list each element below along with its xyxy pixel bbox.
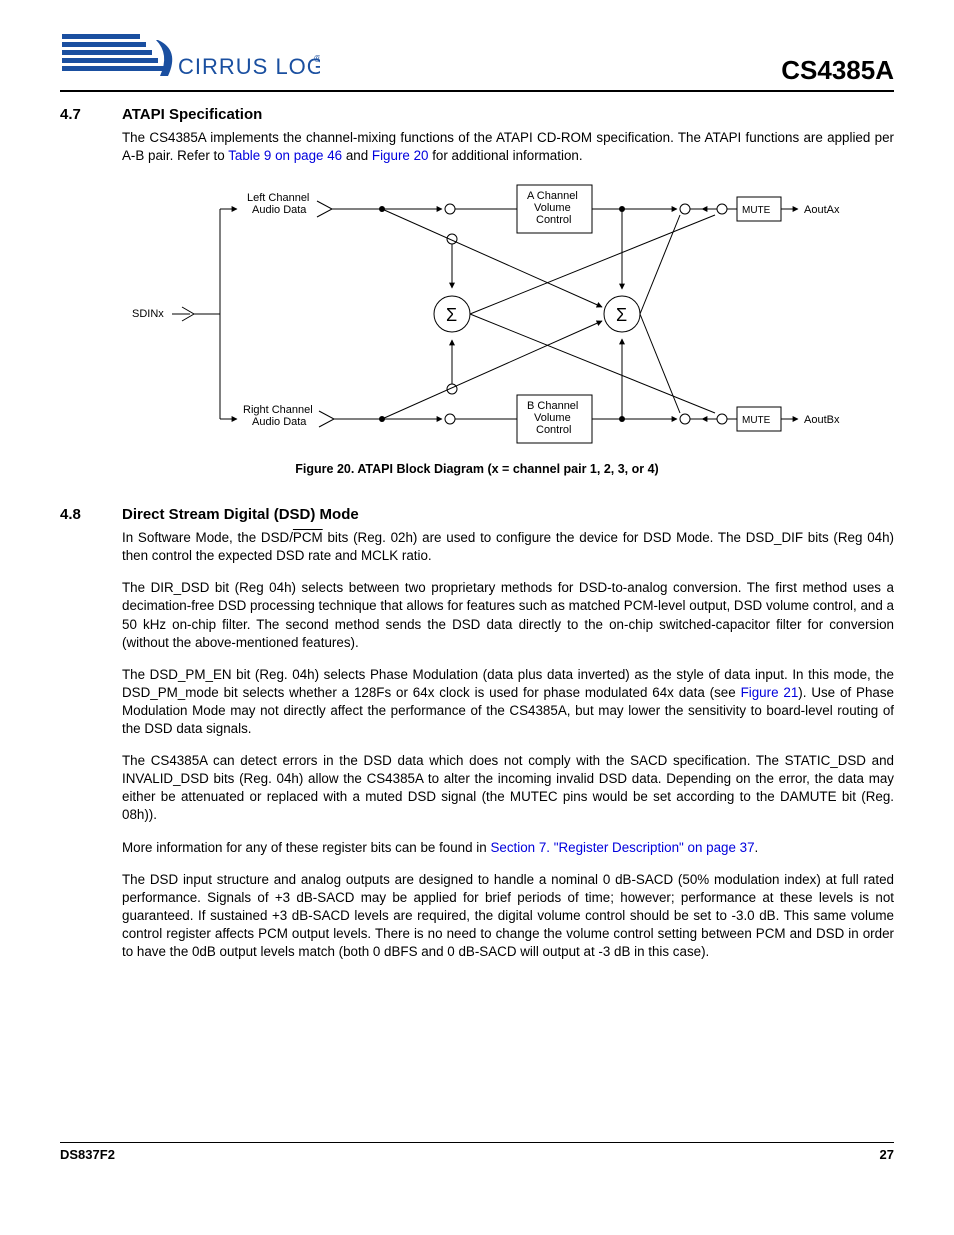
label-mute-b: MUTE: [742, 415, 771, 426]
link-table-9[interactable]: Table 9 on page 46: [228, 148, 342, 163]
section-4-8-paragraph-6: The DSD input structure and analog outpu…: [122, 871, 894, 961]
section-4-8-paragraph-4: The CS4385A can detect errors in the DSD…: [122, 752, 894, 824]
logo-mark: ®: [314, 54, 320, 65]
section-title: Direct Stream Digital (DSD) Mode: [122, 506, 359, 523]
section-4-8-heading: 4.8 Direct Stream Digital (DSD) Mode: [60, 506, 894, 523]
label-b-channel-volume: B ChannelVolumeControl: [527, 400, 578, 436]
label-sdinx: SDINx: [132, 308, 164, 320]
text: In Software Mode, the DSD/: [122, 530, 293, 545]
figure-20-diagram: SDINx Left ChannelAudio Data A ChannelVo…: [122, 179, 894, 454]
section-4-8-paragraph-1: In Software Mode, the DSD/PCM bits (Reg.…: [122, 529, 894, 565]
link-section-7[interactable]: Section 7. "Register Description" on pag…: [490, 840, 754, 855]
footer-doc-id: DS837F2: [60, 1147, 115, 1162]
page-header: CIRRUS LOGIC ® CS4385A: [60, 30, 894, 92]
footer-page-number: 27: [880, 1147, 894, 1162]
logo: CIRRUS LOGIC ®: [60, 30, 320, 86]
label-mute-a: MUTE: [742, 205, 771, 216]
logo-text: CIRRUS LOGIC: [178, 54, 320, 79]
text: More information for any of these regist…: [122, 840, 490, 855]
sigma-left: Σ: [446, 305, 457, 325]
part-number: CS4385A: [781, 55, 894, 86]
section-number: 4.7: [60, 106, 122, 123]
section-4-8-paragraph-5: More information for any of these regist…: [122, 839, 894, 857]
section-4-8-paragraph-3: The DSD_PM_EN bit (Reg. 04h) selects Pha…: [122, 666, 894, 738]
link-figure-21[interactable]: Figure 21: [741, 685, 799, 700]
section-4-7-heading: 4.7 ATAPI Specification: [60, 106, 894, 123]
page-footer: DS837F2 27: [60, 1142, 894, 1162]
link-figure-20[interactable]: Figure 20: [372, 148, 429, 163]
label-left-channel: Left ChannelAudio Data: [247, 192, 309, 216]
section-title: ATAPI Specification: [122, 106, 262, 123]
text: and: [342, 148, 372, 163]
section-4-8-paragraph-2: The DIR_DSD bit (Reg 04h) selects betwee…: [122, 579, 894, 651]
text-overline-pcm: PCM: [293, 530, 323, 545]
text: .: [755, 840, 759, 855]
label-aoutbx: AoutBx: [804, 414, 840, 426]
section-4-7-paragraph-1: The CS4385A implements the channel-mixin…: [122, 129, 894, 165]
sigma-right: Σ: [616, 305, 627, 325]
label-a-channel-volume: A ChannelVolumeControl: [527, 190, 578, 226]
text: for additional information.: [428, 148, 582, 163]
cirrus-logic-logo-icon: CIRRUS LOGIC ®: [60, 30, 320, 86]
label-aoutax: AoutAx: [804, 204, 840, 216]
label-right-channel: Right ChannelAudio Data: [243, 404, 313, 428]
figure-20-caption: Figure 20. ATAPI Block Diagram (x = chan…: [60, 462, 894, 476]
section-number: 4.8: [60, 506, 122, 523]
